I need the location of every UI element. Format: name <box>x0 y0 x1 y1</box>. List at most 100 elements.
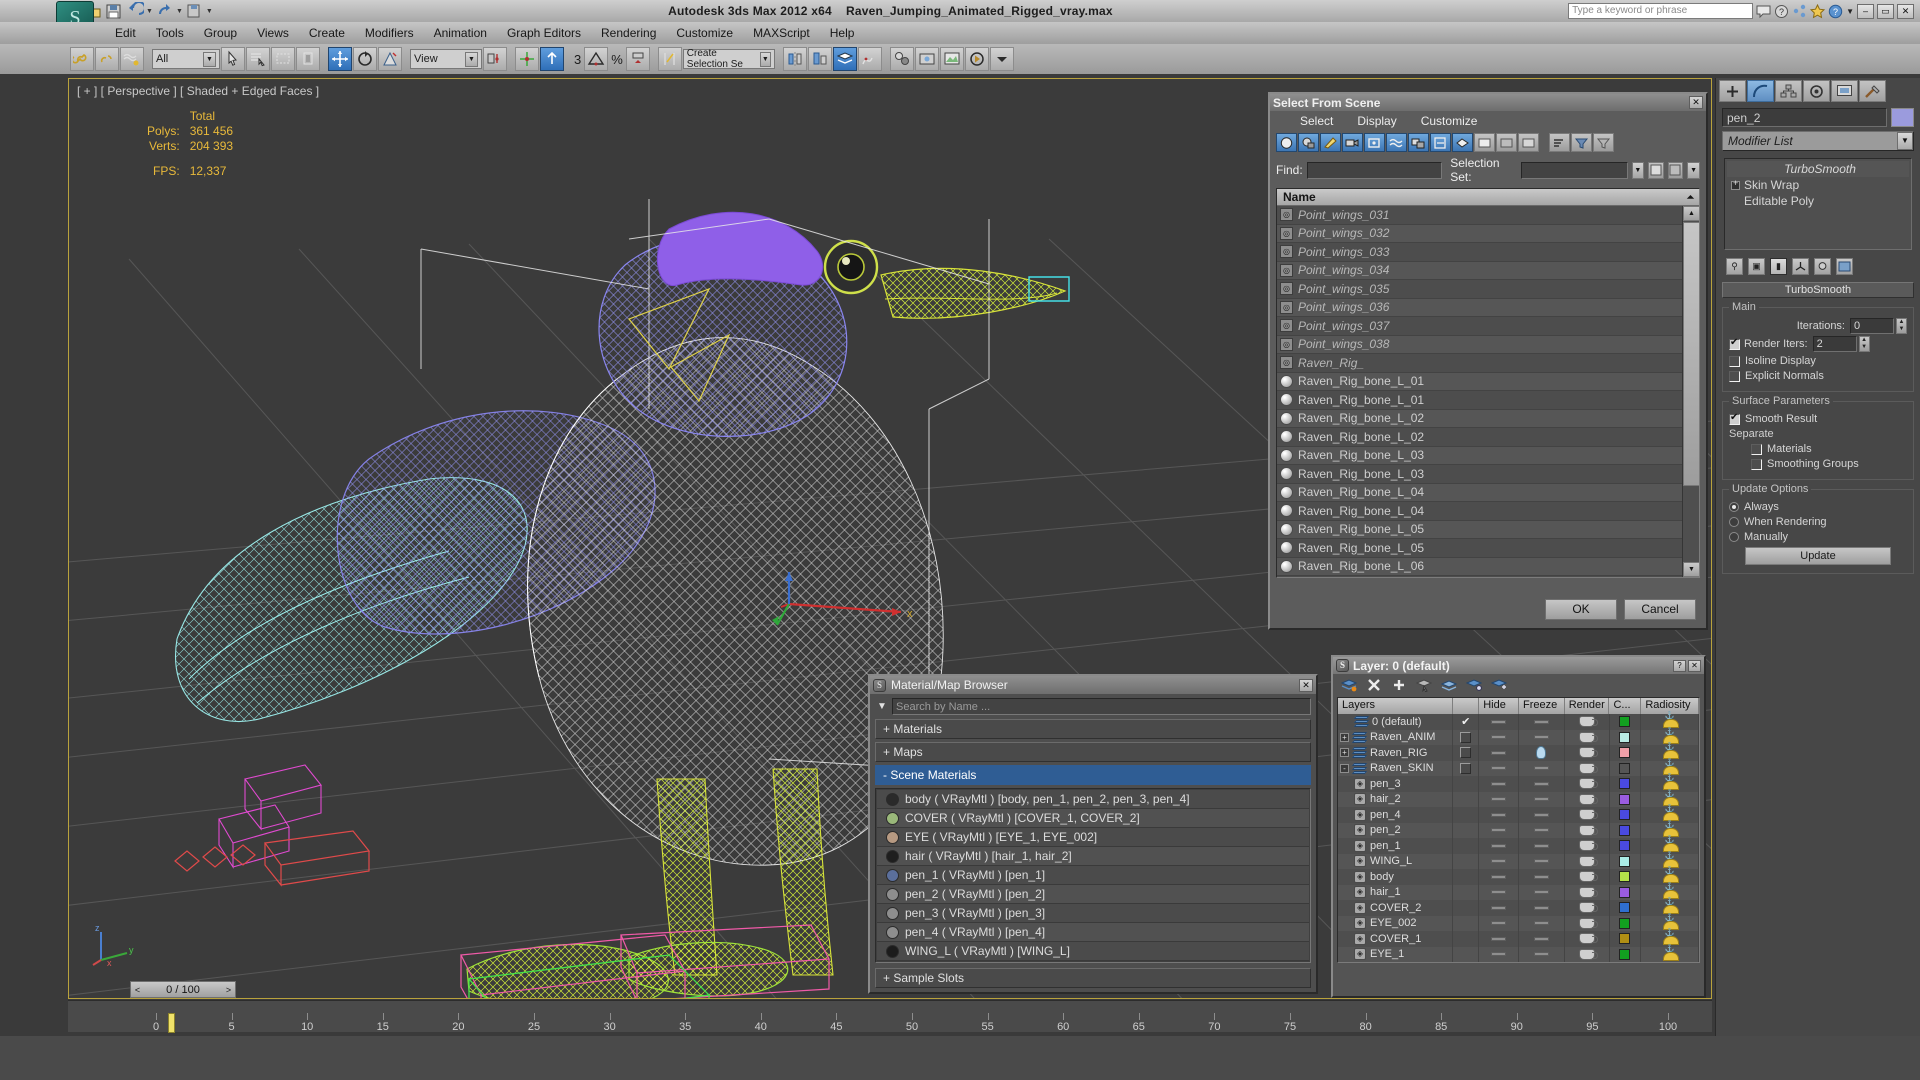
update-always-row[interactable]: Always <box>1729 501 1907 513</box>
scene-list-item[interactable]: ◎ Raven_Rig_ <box>1277 354 1682 373</box>
layer-freeze-cell[interactable] <box>1519 915 1565 931</box>
layer-color-swatch[interactable] <box>1619 902 1631 914</box>
sample-slots-section[interactable]: + Sample Slots <box>875 968 1311 988</box>
layer-freeze-cell[interactable] <box>1519 931 1565 947</box>
material-map-browser[interactable]: S Material/Map Browser ✕ ▼ Search by Nam… <box>868 674 1318 994</box>
scene-list-item[interactable]: Raven_Rig_bone_L_04 <box>1277 483 1682 502</box>
minimize-button[interactable]: – <box>1857 3 1874 19</box>
select-and-rotate-icon[interactable] <box>353 47 377 71</box>
freeze-toggle-icon[interactable] <box>1533 797 1549 802</box>
layer-render-cell[interactable] <box>1565 931 1610 947</box>
layer-color-cell[interactable] <box>1610 760 1642 776</box>
update-when-rendering-row[interactable]: When Rendering <box>1729 516 1907 528</box>
hide-toggle-icon[interactable] <box>1491 921 1507 926</box>
stack-item-turbosmooth[interactable]: TurboSmooth <box>1727 161 1909 177</box>
snaps-toggle-icon[interactable] <box>540 47 564 71</box>
window-crossing-icon[interactable] <box>296 47 320 71</box>
layer-row[interactable]: ◈ pen_2 <box>1338 820 1699 838</box>
layer-row[interactable]: ◈ pen_4 <box>1338 804 1699 823</box>
layer-hide-cell[interactable] <box>1479 729 1519 745</box>
select-by-name-icon[interactable] <box>246 47 270 71</box>
select-and-move-icon[interactable] <box>328 47 352 71</box>
chevron-down-icon[interactable]: ▼ <box>203 51 216 67</box>
separate-smoothing-groups-checkbox[interactable] <box>1751 458 1762 470</box>
hide-toggle-icon[interactable] <box>1491 812 1507 817</box>
help-dropdown-arrow[interactable]: ▼ <box>1846 7 1854 16</box>
layer-render-cell[interactable] <box>1565 714 1610 730</box>
freeze-toggle-icon[interactable] <box>1533 921 1549 926</box>
hierarchy-tab[interactable] <box>1775 80 1802 102</box>
layer-row[interactable]: ◈ hair_2 <box>1338 789 1699 807</box>
create-new-layer-icon[interactable] <box>1340 677 1358 693</box>
hide-toggle-icon[interactable] <box>1491 797 1507 802</box>
renderable-teapot-icon[interactable] <box>1578 840 1598 852</box>
layer-name-cell[interactable]: + Raven_RIG <box>1338 745 1454 761</box>
update-when-rendering-radio[interactable] <box>1729 517 1739 527</box>
layer-hide-cell[interactable] <box>1479 869 1520 885</box>
renderable-teapot-icon[interactable] <box>1578 809 1598 821</box>
update-manually-radio[interactable] <box>1729 532 1739 542</box>
separate-materials-row[interactable]: Materials <box>1751 443 1907 455</box>
scene-list-item[interactable]: ◎ Point_wings_033 <box>1277 243 1682 262</box>
layer-freeze-cell[interactable] <box>1519 776 1565 792</box>
set-current-layer-to-selection-icon[interactable] <box>1490 677 1508 693</box>
layer-color-cell[interactable] <box>1610 884 1642 900</box>
add-selection-set-icon[interactable] <box>1648 161 1664 179</box>
layer-name-cell[interactable]: 0 (default) <box>1338 714 1454 730</box>
renderable-teapot-icon[interactable] <box>1578 948 1598 960</box>
layer-render-cell[interactable] <box>1565 915 1610 931</box>
scroll-down-icon[interactable]: ▼ <box>1683 562 1699 577</box>
render-iters-checkbox[interactable] <box>1729 337 1740 350</box>
material-editor-icon[interactable] <box>889 47 914 71</box>
layer-hide-cell[interactable] <box>1479 931 1520 947</box>
menu-item-views[interactable]: Views <box>247 24 299 42</box>
stack-item-editable-poly[interactable]: Editable Poly <box>1727 193 1909 209</box>
layer-color-swatch[interactable] <box>1619 716 1631 728</box>
scene-list-item[interactable]: ◎ Point_wings_034 <box>1277 261 1682 280</box>
layer-render-cell[interactable] <box>1565 822 1610 838</box>
layer-color-swatch[interactable] <box>1619 778 1631 790</box>
select-and-scale-icon[interactable] <box>378 47 402 71</box>
render-production-icon[interactable] <box>964 47 989 71</box>
layer-color-cell[interactable] <box>1610 745 1642 761</box>
layer-render-cell[interactable] <box>1565 807 1610 823</box>
material-list-item[interactable]: COVER ( VRayMtl ) [COVER_1, COVER_2] <box>877 809 1309 828</box>
layer-current-cell[interactable] <box>1453 838 1480 854</box>
scene-list-item[interactable]: Raven_Rig_bone_L_01 <box>1277 372 1682 391</box>
highlight-selected-objects-layer-icon[interactable] <box>1440 677 1458 693</box>
menu-item-customize[interactable]: Customize <box>666 24 743 42</box>
keyword-search-input[interactable]: Type a keyword or phrase <box>1568 3 1754 19</box>
layer-row[interactable]: + Raven_RIG <box>1338 742 1699 761</box>
layer-current-cell[interactable] <box>1453 915 1480 931</box>
scene-list-item[interactable]: ◎ Point_wings_035 <box>1277 280 1682 299</box>
layer-freeze-cell[interactable] <box>1519 869 1565 885</box>
column-color[interactable]: C... <box>1609 698 1642 714</box>
scene-list-item[interactable]: Raven_Rig_bone_L_04 <box>1277 502 1682 521</box>
isoline-display-checkbox[interactable] <box>1729 355 1740 367</box>
layer-render-cell[interactable] <box>1565 900 1610 916</box>
ok-button[interactable]: OK <box>1545 599 1617 620</box>
scene-materials-list[interactable]: body ( VRayMtl ) [body, pen_1, pen_2, pe… <box>875 788 1311 963</box>
layer-grid-rows[interactable]: 0 (default) ✔ + Raven_ANIM + Raven_RIG - Raven_… <box>1338 711 1699 962</box>
scene-materials-section[interactable]: - Scene Materials <box>875 765 1311 785</box>
select-and-manipulate-icon[interactable] <box>515 47 539 71</box>
layer-color-cell[interactable] <box>1610 838 1642 854</box>
layer-hide-cell[interactable] <box>1479 791 1520 807</box>
configure-modifier-sets-icon[interactable] <box>1814 258 1831 275</box>
share-icon[interactable] <box>1792 4 1807 19</box>
stack-item-skin-wrap[interactable]: Skin Wrap <box>1727 177 1909 193</box>
layer-color-cell[interactable] <box>1610 791 1642 807</box>
selection-set-combo[interactable] <box>1520 161 1628 179</box>
explicit-normals-row[interactable]: Explicit Normals <box>1729 370 1907 382</box>
layer-current-cell[interactable] <box>1453 884 1480 900</box>
layer-current-cell[interactable]: ✔ <box>1453 714 1480 730</box>
layer-row[interactable]: ◈ COVER_2 <box>1338 897 1699 916</box>
layer-freeze-cell[interactable] <box>1519 853 1565 869</box>
layer-color-swatch[interactable] <box>1619 855 1631 867</box>
menu-item-animation[interactable]: Animation <box>424 24 497 42</box>
hide-toggle-icon[interactable] <box>1491 750 1507 755</box>
layer-current-cell[interactable] <box>1453 776 1480 792</box>
update-always-radio[interactable] <box>1729 502 1739 512</box>
layer-color-cell[interactable] <box>1610 900 1642 916</box>
add-selection-to-highlighted-layer-icon[interactable] <box>1465 677 1483 693</box>
